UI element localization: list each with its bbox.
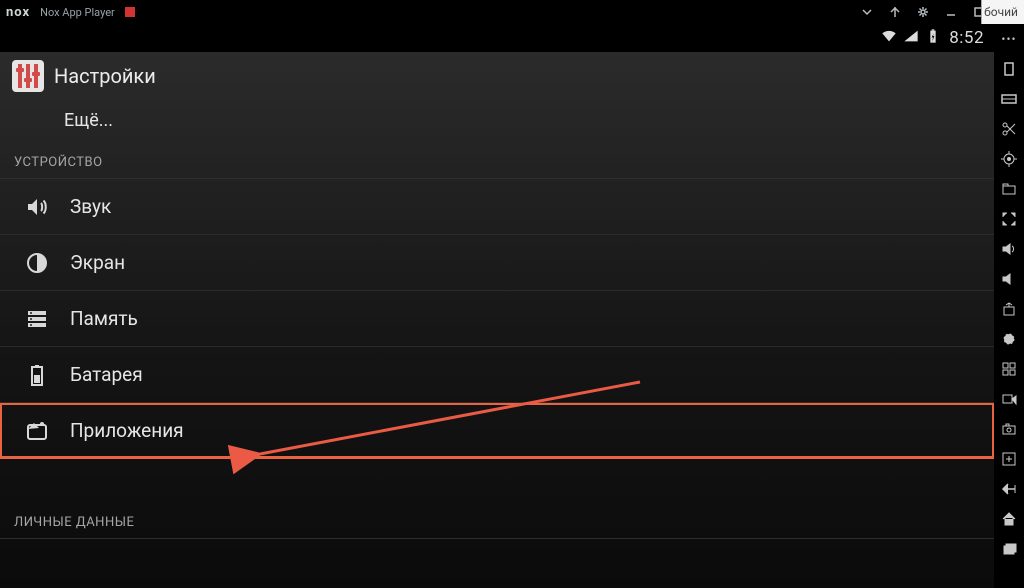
wifi-icon bbox=[881, 28, 897, 48]
pin-button[interactable] bbox=[886, 3, 904, 21]
section-device: УСТРОЙСТВО bbox=[0, 145, 994, 179]
add-icon[interactable] bbox=[1000, 450, 1018, 468]
screenshot-icon[interactable] bbox=[1000, 420, 1018, 438]
nox-sidebar: ••• bbox=[994, 24, 1024, 588]
loading-icon[interactable] bbox=[1000, 330, 1018, 348]
more-row[interactable]: Ещё... bbox=[0, 100, 994, 145]
window-title: Nox App Player bbox=[40, 6, 115, 19]
recording-indicator-icon bbox=[125, 7, 135, 17]
window-titlebar: nox Nox App Player bbox=[0, 0, 1024, 24]
row-label: Звук bbox=[70, 195, 111, 218]
back-icon[interactable] bbox=[1000, 480, 1018, 498]
row-display[interactable]: Экран bbox=[0, 235, 994, 291]
section-personal: ЛИЧНЫЕ ДАННЫЕ bbox=[0, 505, 994, 539]
minimize-button[interactable] bbox=[942, 3, 960, 21]
folder-icon[interactable] bbox=[1000, 180, 1018, 198]
keyboard-icon[interactable] bbox=[1000, 90, 1018, 108]
settings-title: Настройки bbox=[54, 64, 156, 88]
android-statusbar: 8:52 bbox=[0, 24, 994, 52]
nox-logo: nox bbox=[6, 5, 30, 20]
row-battery[interactable]: Батарея bbox=[0, 347, 994, 403]
row-label: Память bbox=[70, 307, 138, 330]
apk-icon[interactable] bbox=[1000, 300, 1018, 318]
row-label: Батарея bbox=[70, 363, 143, 386]
settings-list: Ещё... УСТРОЙСТВО Звук Экран Память bbox=[0, 100, 994, 588]
signal-icon bbox=[903, 28, 919, 48]
android-screen: 8:52 Настройки Ещё... УСТРОЙСТВО Звук bbox=[0, 24, 994, 588]
more-label: Ещё... bbox=[64, 110, 113, 131]
clipped-desktop-label: бочий bbox=[981, 0, 1024, 24]
row-label: Экран bbox=[70, 251, 125, 274]
settings-gear-button[interactable] bbox=[914, 3, 932, 21]
battery-icon bbox=[925, 28, 941, 48]
home-icon[interactable] bbox=[1000, 510, 1018, 528]
dropdown-button[interactable] bbox=[858, 3, 876, 21]
statusbar-clock: 8:52 bbox=[949, 28, 984, 48]
row-storage[interactable]: Память bbox=[0, 291, 994, 347]
record-icon[interactable] bbox=[1000, 390, 1018, 408]
row-label: Приложения bbox=[70, 419, 184, 442]
row-apps[interactable]: Приложения bbox=[0, 403, 994, 459]
settings-app-icon bbox=[12, 60, 44, 92]
scissors-icon[interactable] bbox=[1000, 120, 1018, 138]
storage-icon bbox=[24, 306, 50, 332]
recents-icon[interactable] bbox=[1000, 540, 1018, 558]
display-icon bbox=[24, 250, 50, 276]
fullscreen-icon[interactable] bbox=[1000, 210, 1018, 228]
location-icon[interactable] bbox=[1000, 150, 1018, 168]
row-sound[interactable]: Звук bbox=[0, 179, 994, 235]
more-icon[interactable]: ••• bbox=[1000, 30, 1018, 48]
volume-down-icon[interactable] bbox=[1000, 270, 1018, 288]
volume-up-icon[interactable] bbox=[1000, 240, 1018, 258]
rotate-icon[interactable] bbox=[1000, 60, 1018, 78]
battery-row-icon bbox=[24, 362, 50, 388]
settings-header: Настройки bbox=[0, 52, 994, 100]
sound-icon bbox=[24, 194, 50, 220]
multi-instance-icon[interactable] bbox=[1000, 360, 1018, 378]
apps-icon bbox=[24, 418, 50, 444]
